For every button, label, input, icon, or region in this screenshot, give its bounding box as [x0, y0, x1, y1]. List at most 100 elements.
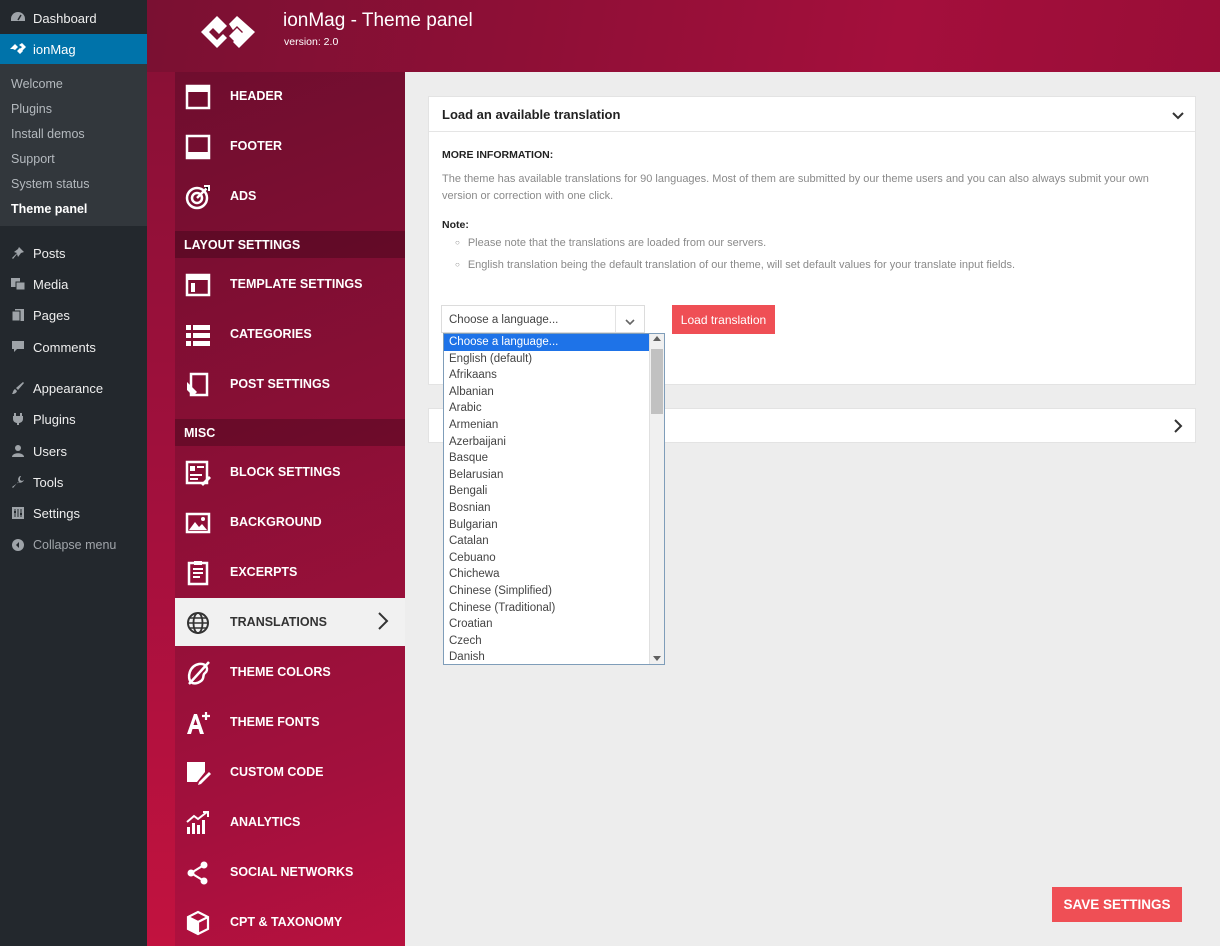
language-select[interactable]: Choose a language... [441, 305, 645, 333]
language-option[interactable]: Bulgarian [444, 517, 650, 534]
header-icon [185, 84, 211, 110]
language-option[interactable]: Arabic [444, 400, 650, 417]
nav-item-label: SOCIAL NETWORKS [230, 865, 354, 879]
image-icon [185, 510, 211, 536]
language-dropdown-list[interactable]: Choose a language... English (default) Afr… [443, 333, 665, 665]
chevron-down-icon[interactable] [1171, 108, 1185, 126]
wp-menu-settings-label: Settings [33, 505, 80, 521]
nav-item-template-settings[interactable]: TEMPLATE SETTINGS [175, 260, 405, 308]
wp-submenu: Welcome Plugins Install demos Support Sy… [0, 64, 147, 226]
wp-submenu-theme-panel[interactable]: Theme panel [11, 202, 87, 216]
nav-item-translations[interactable]: TRANSLATIONS [175, 598, 405, 646]
nav-item-excerpts[interactable]: EXCERPTS [175, 548, 405, 596]
save-settings-button[interactable]: SAVE SETTINGS [1052, 887, 1182, 922]
ionmag-logo [201, 16, 255, 48]
scroll-up-icon[interactable] [653, 336, 661, 341]
wp-submenu-install-demos[interactable]: Install demos [11, 127, 85, 141]
wp-menu-comments-label: Comments [33, 339, 96, 355]
wp-menu-plugins[interactable]: Plugins [0, 404, 147, 434]
nav-item-background[interactable]: BACKGROUND [175, 498, 405, 546]
language-option[interactable]: Chichewa [444, 566, 650, 583]
nav-item-label: HEADER [230, 89, 283, 103]
wp-menu-tools[interactable]: Tools [0, 467, 147, 497]
wp-menu-dashboard[interactable]: Dashboard [0, 3, 147, 33]
dropdown-scrollbar[interactable] [649, 334, 664, 664]
nav-item-header[interactable]: HEADER [175, 72, 405, 120]
wp-menu-posts[interactable]: Posts [0, 238, 147, 268]
load-translation-button[interactable]: Load translation [672, 305, 775, 334]
chevron-right-icon[interactable] [1173, 418, 1183, 439]
wp-submenu-welcome[interactable]: Welcome [11, 77, 63, 91]
pin-icon [9, 244, 27, 262]
wp-menu-settings[interactable]: Settings [0, 498, 147, 528]
nav-item-post-settings[interactable]: POST SETTINGS [175, 360, 405, 408]
nav-item-ads[interactable]: ADS [175, 172, 405, 220]
version-label: version: 2.0 [284, 36, 339, 48]
translation-description: The theme has available translations for… [442, 173, 1149, 202]
chevron-down-icon[interactable] [624, 314, 636, 332]
footer-icon [185, 134, 211, 160]
wp-menu-tools-label: Tools [33, 474, 64, 490]
nav-item-footer[interactable]: FOOTER [175, 122, 405, 170]
nav-item-cpt-taxonomy[interactable]: CPT & TAXONOMY [175, 898, 405, 946]
nav-item-theme-colors[interactable]: THEME COLORS [175, 648, 405, 696]
language-option[interactable]: Croatian [444, 616, 650, 633]
note-text: Please note that the translations are lo… [467, 237, 767, 249]
wp-admin-sidebar: Dashboard ionMag Welcome Plugins Install… [0, 0, 147, 946]
language-select-value: Choose a language... [449, 314, 559, 326]
wp-menu-comments[interactable]: Comments [0, 332, 147, 362]
nav-item-analytics[interactable]: ANALYTICS [175, 798, 405, 846]
wp-menu-pages[interactable]: Pages [0, 300, 147, 330]
language-option[interactable]: Armenian [444, 417, 650, 434]
language-option[interactable]: Afrikaans [444, 367, 650, 384]
wp-menu-pages-label: Pages [33, 307, 70, 323]
language-option[interactable]: English (default) [444, 351, 650, 368]
language-option[interactable]: Choose a language... [444, 334, 650, 351]
language-option[interactable]: Chinese (Traditional) [444, 600, 650, 617]
wp-submenu-support[interactable]: Support [11, 152, 55, 166]
nav-item-categories[interactable]: CATEGORIES [175, 310, 405, 358]
wp-menu-ionmag[interactable]: ionMag [0, 34, 147, 64]
scrollbar-thumb[interactable] [651, 349, 663, 414]
list-icon [185, 322, 211, 348]
scroll-down-icon[interactable] [653, 656, 661, 661]
language-option[interactable]: Albanian [444, 384, 650, 401]
language-option[interactable]: Basque [444, 450, 650, 467]
nav-item-social-networks[interactable]: SOCIAL NETWORKS [175, 848, 405, 896]
translation-panel-header[interactable]: Load an available translation [429, 97, 1195, 132]
language-option[interactable]: Czech [444, 633, 650, 650]
code-icon [185, 760, 211, 786]
wp-menu-appearance[interactable]: Appearance [0, 373, 147, 403]
wp-menu-collapse[interactable]: Collapse menu [0, 530, 147, 560]
language-option[interactable]: Cebuano [444, 550, 650, 567]
nav-item-theme-fonts[interactable]: THEME FONTS [175, 698, 405, 746]
settings-icon [9, 504, 27, 522]
language-option[interactable]: Azerbaijani [444, 434, 650, 451]
nav-item-custom-code[interactable]: CUSTOM CODE [175, 748, 405, 796]
translation-panel-title: Load an available translation [442, 107, 621, 122]
globe-icon [185, 610, 211, 636]
language-option[interactable]: Chinese (Simplified) [444, 583, 650, 600]
language-option[interactable]: Catalan [444, 533, 650, 550]
language-option[interactable]: Bosnian [444, 500, 650, 517]
wp-submenu-plugins[interactable]: Plugins [11, 102, 52, 116]
nav-item-label: BACKGROUND [230, 515, 322, 529]
wp-submenu-system-status[interactable]: System status [11, 177, 90, 191]
wrench-icon [9, 473, 27, 491]
wp-menu-media[interactable]: Media [0, 269, 147, 299]
nav-item-label: CPT & TAXONOMY [230, 915, 343, 929]
comments-icon [9, 338, 27, 356]
target-icon [185, 184, 211, 210]
block-settings-icon [185, 460, 211, 486]
note-label: Note: [442, 219, 469, 231]
nav-section-layout-settings: LAYOUT SETTINGS [175, 231, 405, 258]
user-icon [9, 442, 27, 460]
nav-item-label: FOOTER [230, 139, 283, 153]
wp-menu-users[interactable]: Users [0, 436, 147, 466]
language-option[interactable]: Belarusian [444, 467, 650, 484]
theme-panel-header: ionMag - Theme panel version: 2.0 [147, 0, 1220, 72]
language-option[interactable]: Danish [444, 649, 650, 664]
template-icon [185, 272, 211, 298]
nav-item-block-settings[interactable]: BLOCK SETTINGS [175, 448, 405, 496]
language-option[interactable]: Bengali [444, 483, 650, 500]
